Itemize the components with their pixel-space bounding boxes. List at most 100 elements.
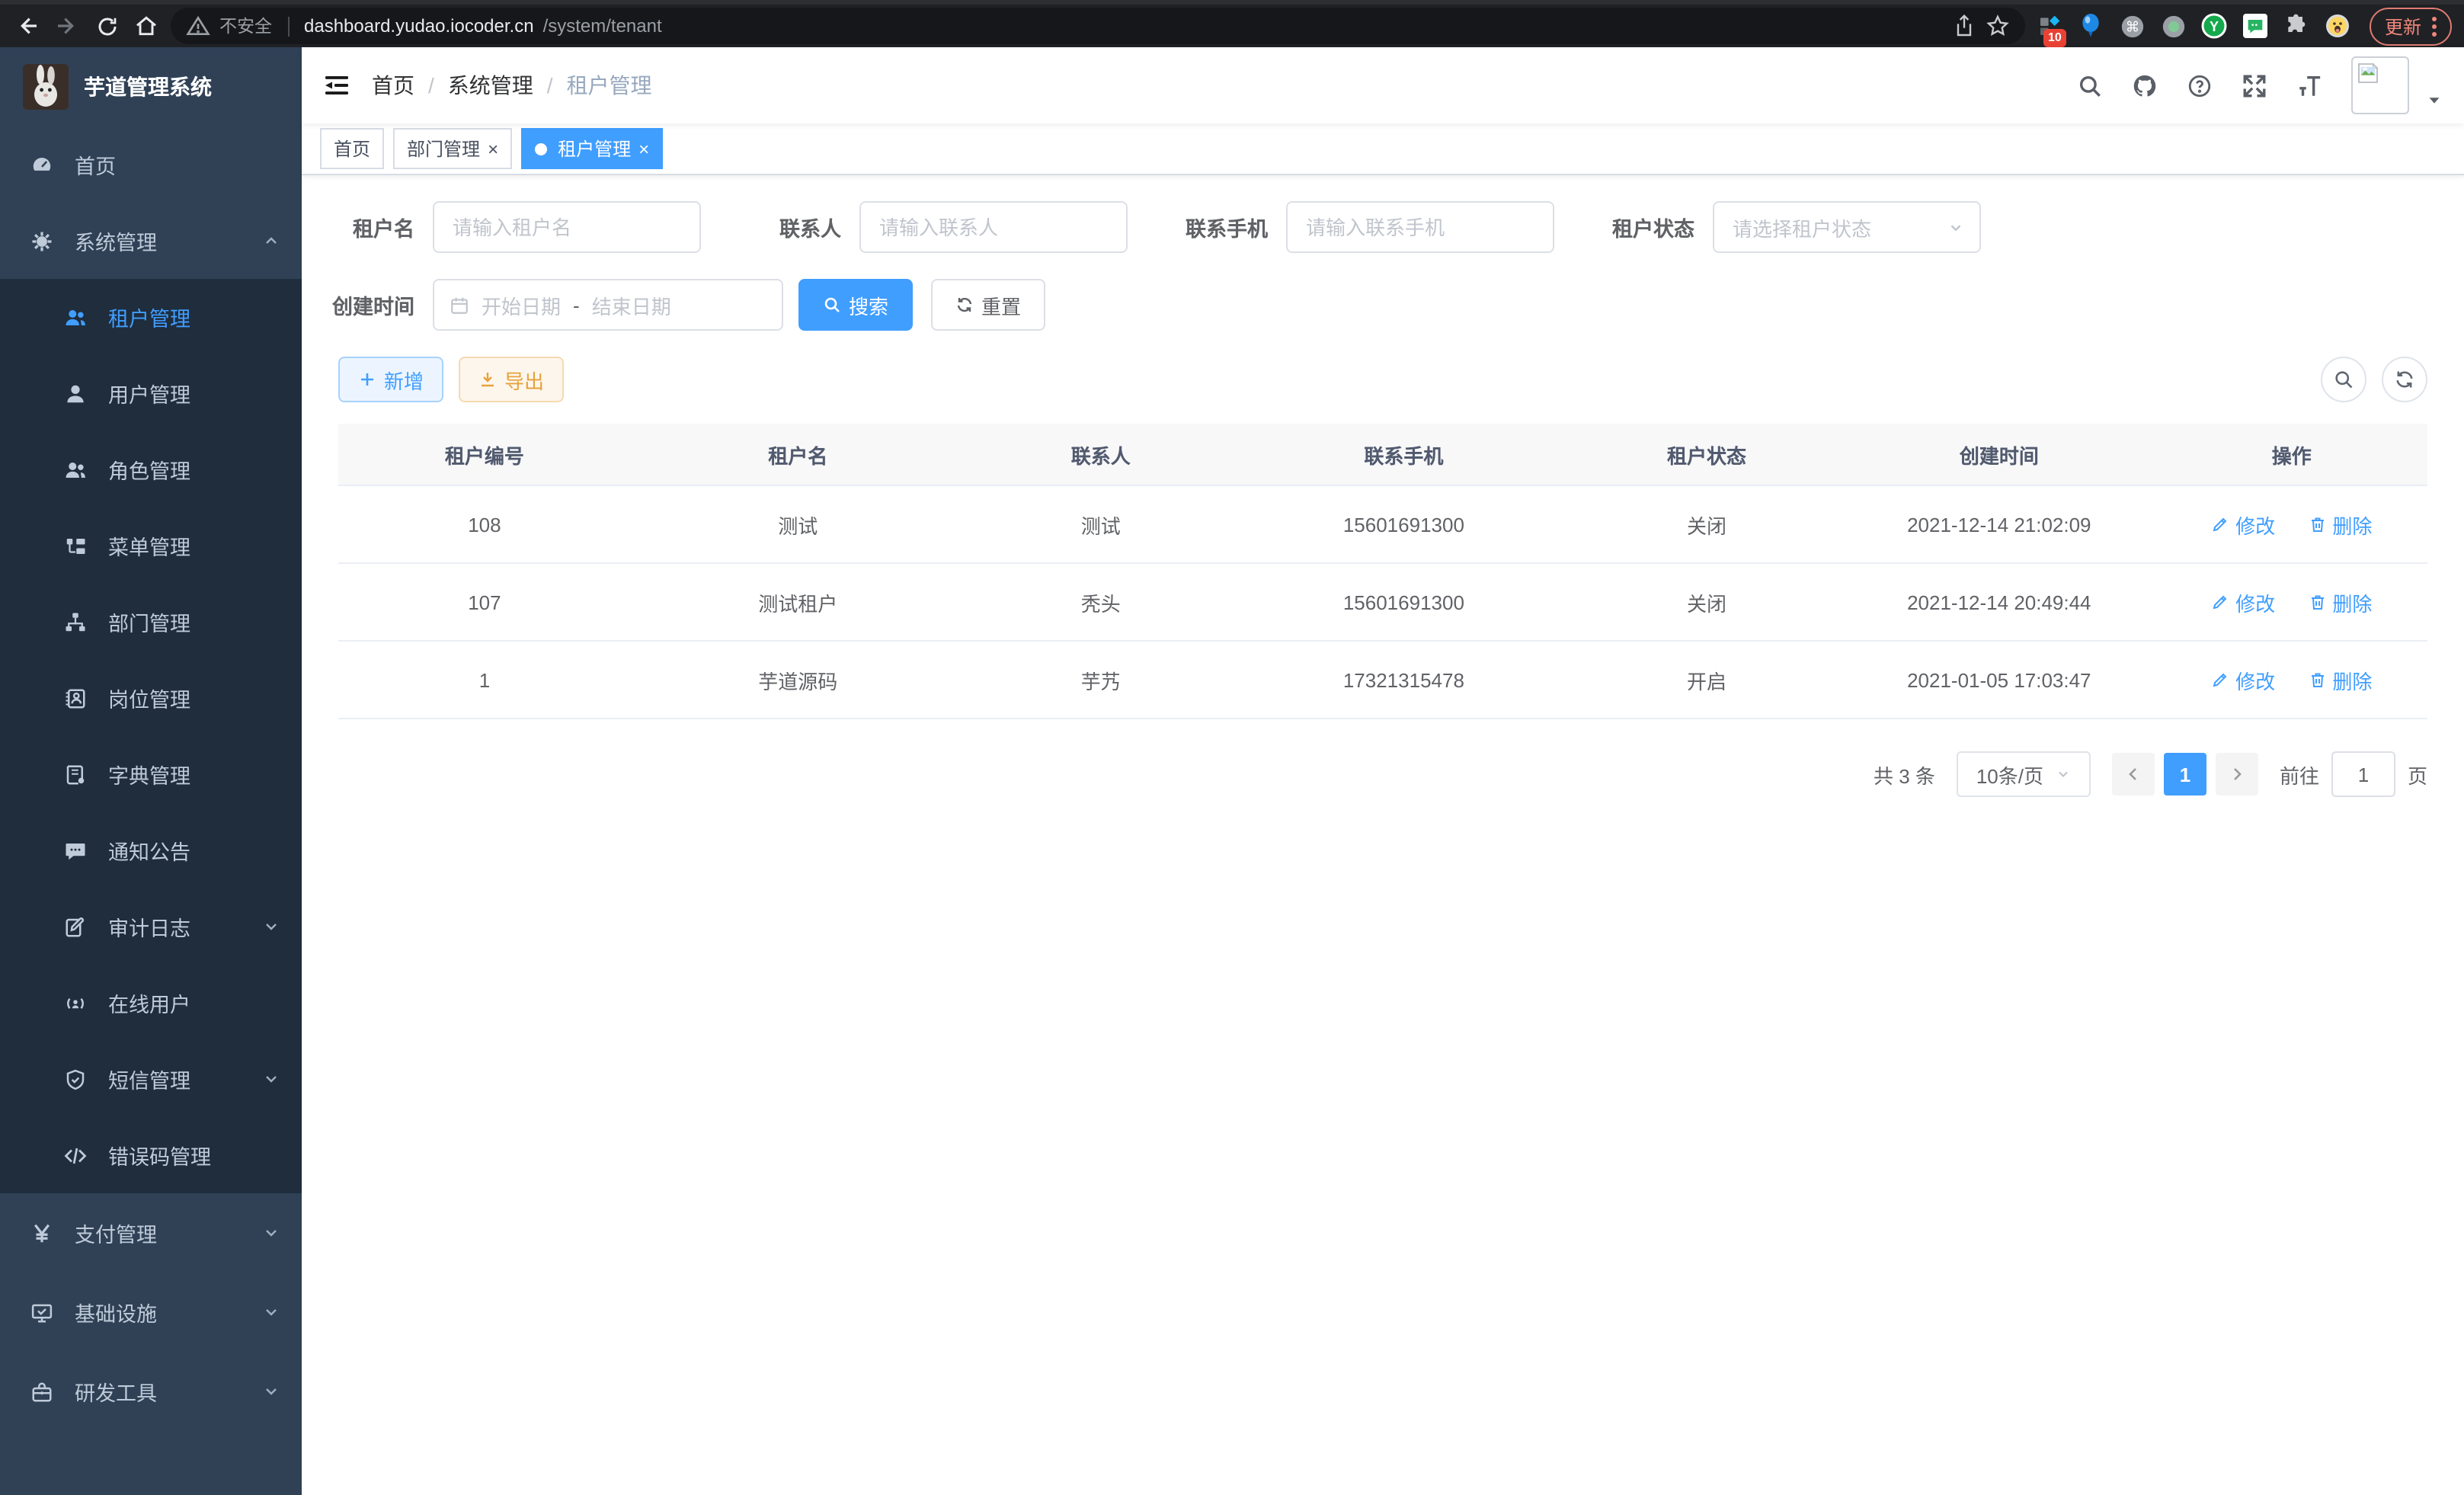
forward-icon[interactable] [52,11,82,41]
sidebar-item-menu[interactable]: 菜单管理 [0,507,302,584]
sidebar-item-pay[interactable]: 支付管理 [0,1193,302,1273]
search-icon [2333,369,2354,390]
goto-page-input[interactable] [2331,751,2395,797]
page-number-1[interactable]: 1 [2164,753,2206,796]
sms-shield-icon [64,1068,87,1090]
online-user-icon [64,991,87,1014]
infra-monitor-icon [30,1301,53,1324]
caret-down-icon[interactable] [2426,91,2443,107]
audit-log-icon [64,915,87,938]
sidebar-item-dept[interactable]: 部门管理 [0,584,302,660]
reset-button[interactable]: 重置 [931,279,1045,331]
delete-button[interactable]: 删除 [2308,587,2372,616]
sidebar-item-sms[interactable]: 短信管理 [0,1041,302,1117]
notice-comment-icon [64,839,87,862]
sidebar-item-dev-tools[interactable]: 研发工具 [0,1352,302,1431]
extension-y-icon[interactable]: Y [2199,10,2231,42]
warning-icon [186,14,210,38]
tenant-name-input[interactable] [433,201,701,253]
browser-update-button[interactable]: 更新 [2370,7,2452,45]
browser-menu-icon[interactable] [2432,16,2437,36]
add-button[interactable]: 新增 [338,357,443,402]
mobile-input[interactable] [1286,201,1554,253]
hamburger-icon[interactable] [302,47,372,123]
extension-record-icon[interactable] [2158,10,2190,42]
sidebar-item-tenant[interactable]: 租户管理 [0,279,302,355]
sidebar-item-infra[interactable]: 基础设施 [0,1273,302,1352]
back-icon[interactable] [12,11,43,41]
export-button[interactable]: 导出 [459,357,564,402]
share-icon[interactable] [1952,14,1976,38]
contact-input[interactable] [859,201,1128,253]
breadcrumb: 首页 / 系统管理 / 租户管理 [372,70,652,101]
prev-page-button[interactable] [2112,753,2155,796]
tenant-name-label: 租户名 [320,212,414,242]
screen: 不安全 dashboard.yudao.iocoder.cn /system/t… [0,0,2464,1495]
help-icon[interactable] [2187,72,2213,98]
tag-home[interactable]: 首页 [320,128,384,169]
dev-toolbox-icon [30,1380,53,1403]
github-icon[interactable] [2132,72,2158,98]
sidebar-item-dict[interactable]: 字典管理 [0,736,302,812]
delete-button[interactable]: 删除 [2308,510,2372,539]
extensions-puzzle-icon[interactable] [2281,10,2313,42]
search-icon[interactable] [2077,72,2103,98]
address-bar[interactable]: 不安全 dashboard.yudao.iocoder.cn /system/t… [171,8,2025,44]
sidebar-item-home[interactable]: 首页 [0,126,302,203]
sidebar-item-notice[interactable]: 通知公告 [0,812,302,888]
edit-pencil-icon [2211,593,2229,611]
table-header-row: 租户编号 租户名 联系人 联系手机 租户状态 创建时间 操作 [338,424,2427,485]
refresh-icon [955,296,974,314]
font-size-icon[interactable] [2296,72,2322,98]
edit-button[interactable]: 修改 [2211,665,2275,694]
sidebar-item-error-code[interactable]: 错误码管理 [0,1117,302,1193]
sidebar-item-audit-log[interactable]: 审计日志 [0,888,302,965]
search-button[interactable]: 搜索 [798,279,913,331]
close-icon[interactable] [638,139,649,158]
edit-button[interactable]: 修改 [2211,587,2275,616]
refresh-table-button[interactable] [2382,357,2427,402]
breadcrumb-section[interactable]: 系统管理 [448,70,533,101]
extension-kit-icon[interactable]: 10 [2034,10,2066,42]
top-navbar: 首页 / 系统管理 / 租户管理 [302,47,2464,123]
user-avatar[interactable] [2351,56,2409,114]
profile-avatar-icon[interactable] [2322,10,2354,42]
tag-tenant[interactable]: 租户管理 [521,128,663,169]
extension-chat-icon[interactable] [2240,10,2272,42]
extension-command-icon[interactable]: ⌘ [2117,10,2149,42]
refresh-icon [2394,369,2415,390]
extension-balloon-icon[interactable] [2075,10,2107,42]
sidebar-item-system[interactable]: 系统管理 [0,203,302,279]
chevron-right-icon [2228,765,2246,783]
page-size-select[interactable]: 10条/页 [1957,751,2091,797]
reload-icon[interactable] [91,11,122,41]
show-search-button[interactable] [2321,357,2366,402]
delete-button[interactable]: 删除 [2308,665,2372,694]
date-start-placeholder: 开始日期 [482,290,561,319]
next-page-button[interactable] [2216,753,2258,796]
security-label[interactable]: 不安全 [219,14,272,38]
chevron-down-icon [262,1224,280,1242]
edit-button[interactable]: 修改 [2211,510,2275,539]
logo[interactable]: 芋道管理系统 [0,47,302,126]
close-icon[interactable] [488,139,498,158]
status-select[interactable]: 请选择租户状态 [1713,201,1981,253]
date-range-picker[interactable]: 开始日期 - 结束日期 [433,279,783,331]
roles-icon [64,458,87,481]
sidebar-item-post[interactable]: 岗位管理 [0,660,302,736]
delete-trash-icon [2308,515,2326,533]
home-icon[interactable] [131,11,162,41]
sidebar-item-role[interactable]: 角色管理 [0,431,302,507]
tag-dept[interactable]: 部门管理 [393,128,512,169]
breadcrumb-home[interactable]: 首页 [372,70,414,101]
fullscreen-icon[interactable] [2242,72,2267,98]
star-icon[interactable] [1986,14,2010,38]
sidebar-item-online-user[interactable]: 在线用户 [0,965,302,1041]
status-badge: 关闭 [1571,563,1842,641]
error-code-icon [64,1144,87,1167]
chevron-left-icon [2124,765,2142,783]
dashboard-icon [30,153,53,176]
sidebar-item-user[interactable]: 用户管理 [0,355,302,431]
column-header: 操作 [2155,424,2427,485]
url-path: /system/tenant [543,15,1943,37]
